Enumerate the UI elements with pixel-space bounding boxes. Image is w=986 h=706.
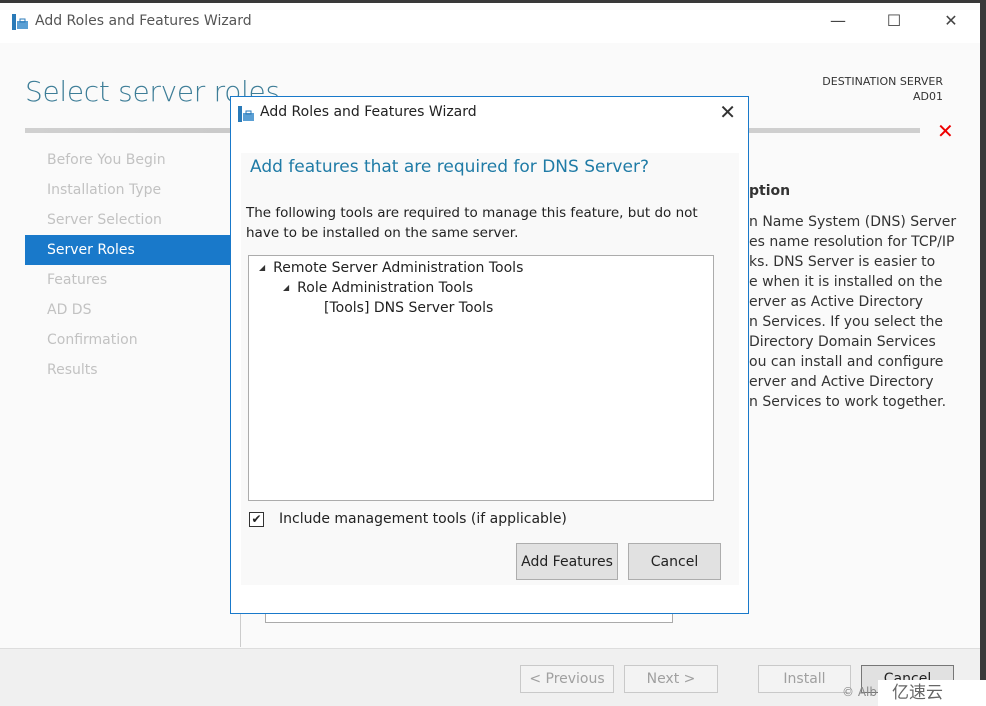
destination-server: DESTINATION SERVER AD01	[822, 74, 943, 104]
description-heading: ption	[749, 183, 791, 199]
close-button[interactable]: ✕	[936, 11, 966, 30]
title-bar: Add Roles and Features Wizard — ☐ ✕	[0, 3, 980, 43]
description-line: n Name System (DNS) Server	[749, 214, 957, 230]
tree-item-label: Role Administration Tools	[297, 280, 474, 296]
nav-confirmation[interactable]: Confirmation	[25, 325, 230, 355]
dialog-title: Add Roles and Features Wizard	[260, 104, 477, 120]
dialog-message: The following tools are required to mana…	[246, 205, 698, 241]
minimize-button[interactable]: —	[823, 11, 853, 30]
maximize-button[interactable]: ☐	[879, 11, 909, 30]
error-icon: ✕	[937, 119, 954, 143]
tree-item[interactable]: ◢ Remote Server Administration Tools	[259, 260, 523, 276]
dialog-cancel-button[interactable]: Cancel	[628, 543, 721, 580]
description-line: erver and Active Directory	[749, 374, 934, 390]
expanded-triangle-icon[interactable]: ◢	[283, 283, 289, 292]
nav-server-roles[interactable]: Server Roles	[25, 235, 230, 265]
description-line: e when it is installed on the	[749, 274, 943, 290]
watermark-text: © Alb	[842, 685, 877, 699]
description-line: ou can install and configure	[749, 354, 944, 370]
required-features-tree: ◢ Remote Server Administration Tools ◢ Rol…	[248, 255, 714, 501]
install-button[interactable]: Install	[758, 665, 851, 693]
include-tools-checkbox[interactable]: ✔	[249, 512, 264, 527]
destination-server-name: AD01	[913, 90, 943, 103]
next-button[interactable]: Next >	[624, 665, 718, 693]
wizard-footer: < Previous Next > Install Cancel	[0, 648, 980, 706]
nav-ad-ds[interactable]: AD DS	[25, 295, 230, 325]
tree-item-label: Remote Server Administration Tools	[273, 260, 524, 276]
dialog-close-button[interactable]: ✕	[719, 100, 736, 124]
expanded-triangle-icon[interactable]: ◢	[259, 263, 265, 272]
description-line: n Services. If you select the	[749, 314, 943, 330]
nav-installation-type[interactable]: Installation Type	[25, 175, 230, 205]
description-line: es name resolution for TCP/IP	[749, 234, 955, 250]
server-manager-icon	[12, 14, 28, 30]
nav-server-selection[interactable]: Server Selection	[25, 205, 230, 235]
include-tools-label[interactable]: Include management tools (if applicable)	[279, 511, 567, 527]
add-features-button[interactable]: Add Features	[516, 543, 618, 580]
nav-features[interactable]: Features	[25, 265, 230, 295]
nav-before-you-begin[interactable]: Before You Begin	[25, 145, 230, 175]
role-description: ption n Name System (DNS) Server es name…	[749, 181, 974, 412]
tree-item[interactable]: [Tools] DNS Server Tools	[324, 300, 493, 316]
description-line: ks. DNS Server is easier to	[749, 254, 936, 270]
description-line: erver as Active Directory	[749, 294, 924, 310]
add-features-dialog: Add Roles and Features Wizard ✕ Add feat…	[230, 96, 749, 614]
nav-results[interactable]: Results	[25, 355, 230, 385]
server-manager-icon	[238, 106, 254, 122]
previous-button[interactable]: < Previous	[520, 665, 614, 693]
tree-item[interactable]: ◢ Role Administration Tools	[283, 280, 473, 296]
destination-label: DESTINATION SERVER	[822, 75, 943, 88]
description-line: Directory Domain Services	[749, 334, 936, 350]
wizard-nav: Before You Begin Installation Type Serve…	[25, 145, 230, 385]
tree-item-label: [Tools] DNS Server Tools	[324, 300, 494, 316]
watermark-logo: 亿速云	[878, 680, 986, 706]
window-title: Add Roles and Features Wizard	[35, 13, 252, 29]
dialog-heading: Add features that are required for DNS S…	[250, 157, 649, 177]
description-line: n Services to work together.	[749, 394, 947, 410]
